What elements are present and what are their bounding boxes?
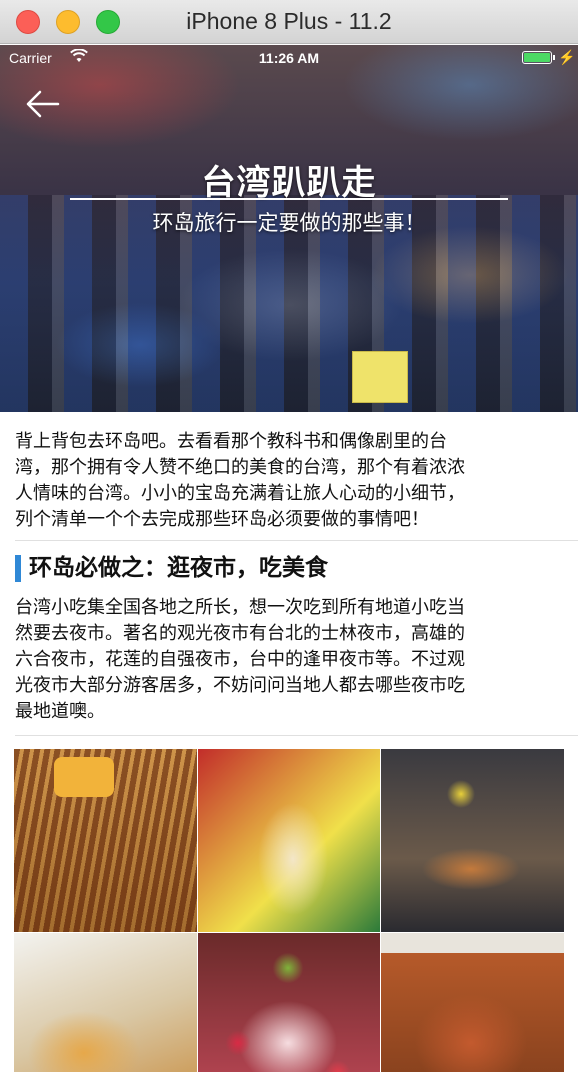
section-heading: 环岛必做之：逛夜市，吃美食 — [15, 552, 567, 584]
hero-title: 台湾趴趴走 — [201, 163, 377, 203]
section-accent-bar — [15, 555, 21, 582]
intro-line: 列个清单一个个去完成那些环岛必须要做的事情吧！ — [15, 509, 429, 530]
section-line: 最地道噢。 — [15, 701, 105, 722]
intro-paragraph: 背上背包去环岛吧。去看看那个教科书和偶像剧里的台 湾，那个拥有令人赞不绝口的美食… — [15, 429, 567, 533]
hero-title-divider — [70, 198, 508, 200]
food-photo-grid — [14, 749, 564, 1072]
section-line: 光夜市大部分游客居多，不妨问问当地人都去哪些夜市吃 — [15, 675, 465, 696]
section-line: 然要去夜市。著名的观光夜市有台北的士林夜市，高雄的 — [15, 623, 465, 644]
simulator-title-bar: iPhone 8 Plus - 11.2 — [0, 0, 578, 44]
section-line: 台湾小吃集全国各地之所长，想一次吃到所有地道小吃当 — [15, 597, 465, 618]
status-time: 11:26 AM — [258, 50, 320, 66]
photos-divider — [15, 735, 578, 736]
photo-sausage-bag[interactable] — [197, 749, 381, 932]
photo-night-market-stall[interactable] — [381, 749, 564, 932]
window-title: iPhone 8 Plus - 11.2 — [186, 8, 392, 34]
photo-skewers[interactable] — [14, 749, 197, 932]
photo-oyster-omelette[interactable] — [381, 933, 564, 1072]
charging-bolt-icon: ⚡ — [558, 49, 576, 65]
hero-photo-donation-box — [352, 351, 408, 403]
hero-image: Carrier 11:26 AM ⚡ 台湾趴趴走 环岛旅行一定要做的那些事！ — [0, 45, 578, 412]
section-heading-text: 环岛必做之：逛夜市，吃美食 — [29, 555, 328, 581]
intro-line: 湾，那个拥有令人赞不绝口的美食的台湾，那个有着浓浓 — [15, 457, 465, 478]
intro-line: 背上背包去环岛吧。去看看那个教科书和偶像剧里的台 — [15, 431, 447, 452]
battery-icon — [522, 51, 555, 64]
section-divider — [15, 540, 578, 541]
intro-line: 人情味的台湾。小小的宝岛充满着让旅人心动的小细节， — [15, 483, 465, 504]
photo-fruit-shaved-ice[interactable] — [197, 933, 381, 1072]
section-line: 六合夜市，花莲的自强夜市，台中的逢甲夜市等。不过观 — [15, 649, 465, 670]
photo-toast[interactable] — [14, 933, 197, 1072]
device-screen: Carrier 11:26 AM ⚡ 台湾趴趴走 环岛旅行一定要做的那些事！ 背… — [0, 45, 578, 1072]
back-arrow-icon[interactable] — [24, 89, 60, 119]
status-bar: Carrier 11:26 AM ⚡ — [0, 45, 578, 69]
section-paragraph: 台湾小吃集全国各地之所长，想一次吃到所有地道小吃当 然要去夜市。著名的观光夜市有… — [15, 595, 567, 725]
hero-subtitle: 环岛旅行一定要做的那些事！ — [152, 211, 426, 235]
